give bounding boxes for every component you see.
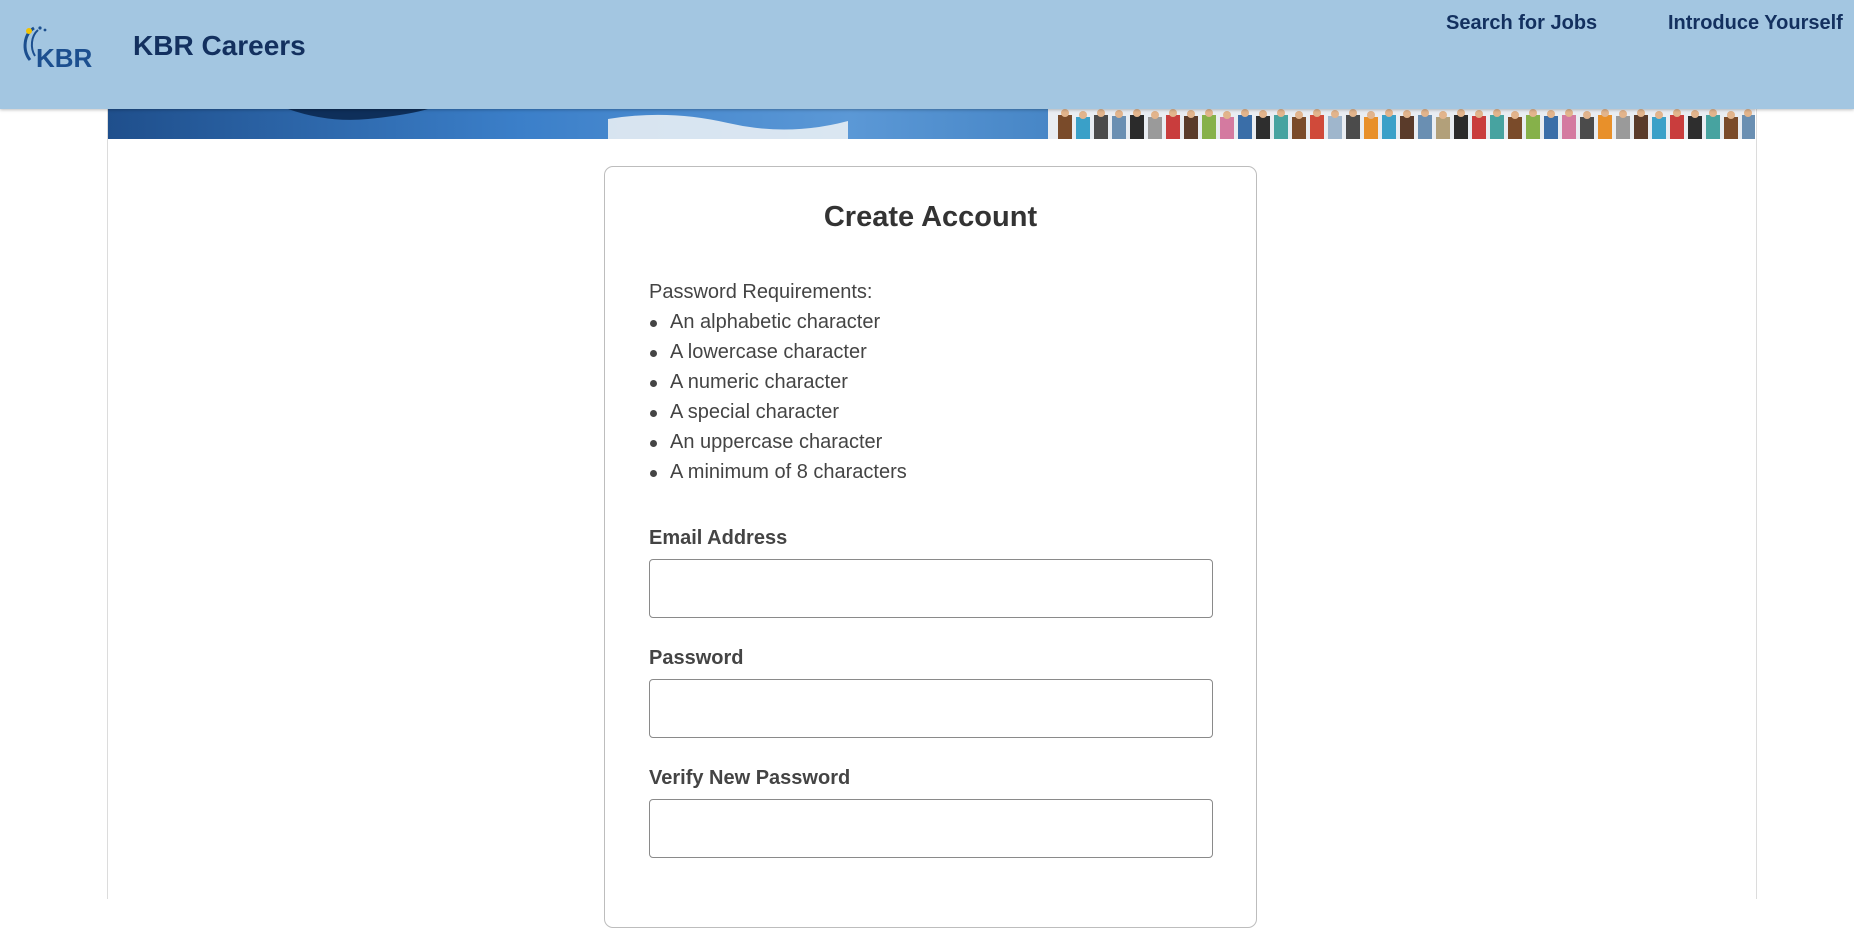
password-requirements-heading: Password Requirements:: [649, 281, 873, 303]
verify-password-field[interactable]: [649, 799, 1213, 858]
requirement-item: A minimum of 8 characters: [649, 457, 907, 487]
nav-introduce-yourself[interactable]: Introduce Yourself: [1668, 12, 1843, 35]
password-field[interactable]: [649, 679, 1213, 738]
site-header: KBR KBR Careers Search for Jobs Introduc…: [0, 0, 1854, 109]
svg-text:KBR: KBR: [36, 43, 93, 72]
hero-banner-image: [108, 109, 1755, 139]
password-requirements-list: An alphabetic character A lowercase char…: [649, 307, 907, 487]
requirement-item: A special character: [649, 397, 907, 427]
page-title: Create Account: [823, 201, 1038, 233]
brand-title[interactable]: KBR Careers: [133, 30, 306, 62]
requirement-item: A numeric character: [649, 367, 907, 397]
create-account-card: Create Account Password Requirements: An…: [604, 166, 1257, 928]
requirement-item: An alphabetic character: [649, 307, 907, 337]
kbr-logo[interactable]: KBR: [20, 24, 96, 72]
email-label: Email Address: [649, 527, 788, 549]
nav-search-for-jobs[interactable]: Search for Jobs: [1446, 12, 1597, 35]
email-field[interactable]: [649, 559, 1213, 618]
verify-password-label: Verify New Password: [649, 767, 851, 789]
password-label: Password: [649, 647, 744, 669]
requirement-item: An uppercase character: [649, 427, 907, 457]
requirement-item: A lowercase character: [649, 337, 907, 367]
